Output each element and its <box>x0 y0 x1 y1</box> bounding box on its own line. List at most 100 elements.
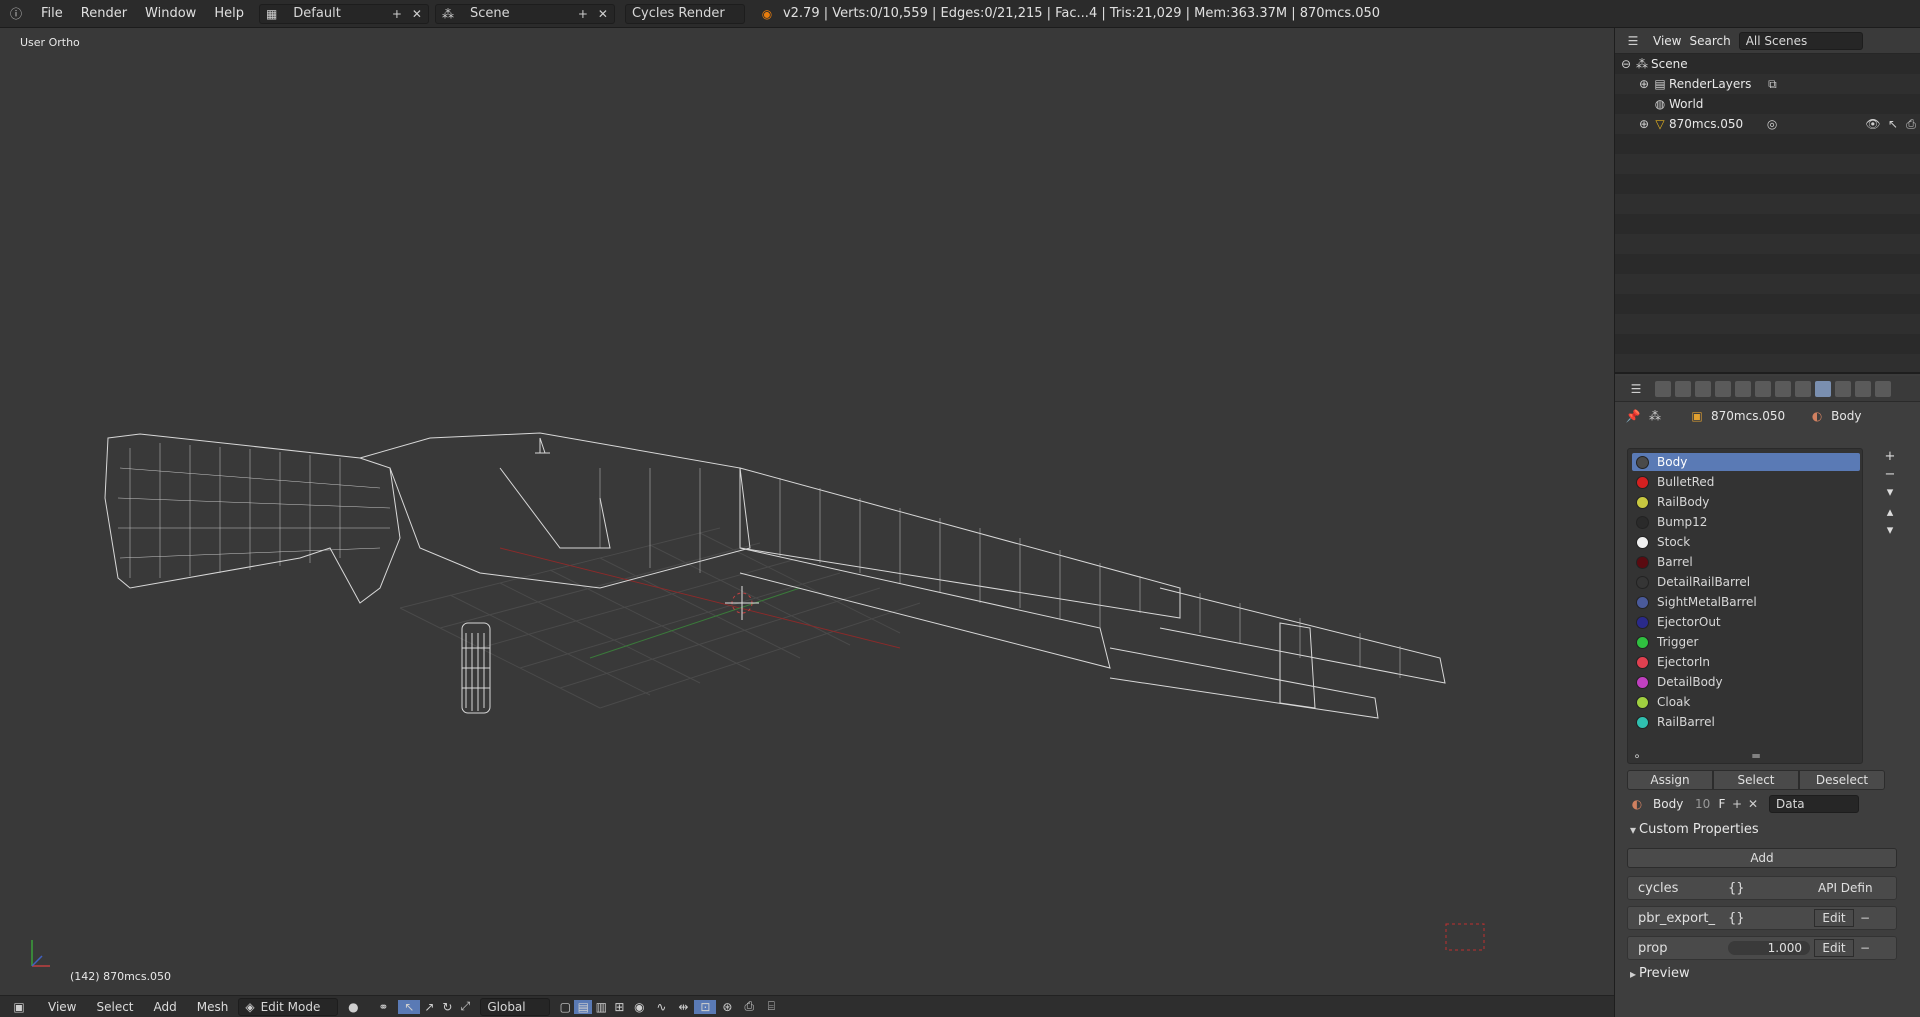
preview-header[interactable]: ▸ Preview <box>1627 966 1690 981</box>
fake-user-toggle[interactable]: F <box>1715 797 1729 811</box>
tab-data[interactable] <box>1795 380 1811 397</box>
move-down-icon[interactable]: ▾ <box>1883 524 1897 538</box>
move-up-icon[interactable]: ▴ <box>1883 506 1897 520</box>
outliner-item-scene[interactable]: ⊖ ⁂ Scene <box>1615 54 1920 74</box>
assign-button[interactable]: Assign <box>1627 770 1713 790</box>
tab-render[interactable] <box>1655 380 1671 397</box>
add-layout-icon[interactable]: + <box>389 7 405 21</box>
info-editor-icon[interactable]: ⓘ <box>0 5 32 22</box>
material-users-count[interactable]: 10 <box>1695 797 1715 811</box>
pivot-icon[interactable]: ⚭ <box>368 1000 398 1014</box>
material-slot-item[interactable]: Bump12 <box>1632 513 1860 531</box>
material-slot-item[interactable]: RailBarrel <box>1632 713 1860 731</box>
outliner-filter[interactable]: All Scenes <box>1738 31 1863 50</box>
tab-render-layers[interactable] <box>1675 380 1691 397</box>
camera-icon[interactable]: ⎙ <box>738 999 760 1014</box>
tab-object[interactable] <box>1735 380 1751 397</box>
menu-file[interactable]: File <box>32 6 72 21</box>
translate-icon[interactable]: ↗ <box>420 1000 438 1014</box>
material-slot-item[interactable]: DetailRailBarrel <box>1632 573 1860 591</box>
outliner-item-870mcs[interactable]: ⊕ ▽ 870mcs.050 ◎ 👁 ↖ ⎙ <box>1615 114 1920 134</box>
expand-icon[interactable]: ⊖ <box>1619 57 1633 71</box>
material-slot-item[interactable]: BulletRed <box>1632 473 1860 491</box>
material-slot-item[interactable]: Cloak <box>1632 693 1860 711</box>
3d-viewport[interactable]: User Ortho (142) 870mcs.050 <box>0 28 1614 995</box>
tab-material[interactable] <box>1815 380 1831 397</box>
tab-constraints[interactable] <box>1755 380 1771 397</box>
slot-specials-icon[interactable]: ▾ <box>1883 486 1897 500</box>
close-scene-icon[interactable]: ✕ <box>595 7 611 21</box>
renderability-camera-icon[interactable]: ⎙ <box>1903 117 1919 132</box>
tab-particles[interactable] <box>1855 380 1871 397</box>
snap-target-icon[interactable]: ⊡ <box>694 999 717 1014</box>
outliner-editor-icon[interactable]: ☰ <box>1621 34 1645 48</box>
shading-icon[interactable]: ● <box>338 1000 368 1014</box>
vertex-select-icon[interactable]: ▢ <box>556 1000 574 1014</box>
material-slot-item[interactable]: Body <box>1632 453 1860 471</box>
tab-scene[interactable] <box>1695 380 1711 397</box>
prop-value-field[interactable]: 1.000 <box>1728 941 1810 955</box>
outliner-menu-view[interactable]: View <box>1653 34 1681 48</box>
material-name-field[interactable]: Body <box>1647 797 1695 811</box>
snap-icon[interactable]: ∿ <box>650 1000 672 1014</box>
proportional-icon[interactable]: ◉ <box>628 1000 650 1014</box>
tab-modifiers[interactable] <box>1775 380 1791 397</box>
properties-editor-icon[interactable]: ☰ <box>1621 382 1651 396</box>
material-slot-item[interactable]: SightMetalBarrel <box>1632 593 1860 611</box>
manipulator-icon[interactable]: ↖ <box>398 999 421 1014</box>
add-property-button[interactable]: Add <box>1627 848 1897 868</box>
material-slot-item[interactable]: EjectorOut <box>1632 613 1860 631</box>
list-resize-handle[interactable]: ═ <box>1748 749 1764 763</box>
material-slot-item[interactable]: EjectorIn <box>1632 653 1860 671</box>
edge-select-icon[interactable]: ▤ <box>574 999 593 1014</box>
mirror-icon[interactable]: ⇹ <box>672 1000 694 1014</box>
render-icon[interactable]: ⊛ <box>716 1000 738 1014</box>
menu-mesh[interactable]: Mesh <box>187 1000 239 1014</box>
selectability-cursor-icon[interactable]: ↖ <box>1885 117 1901 131</box>
visibility-eye-icon[interactable]: 👁 <box>1865 117 1881 131</box>
deselect-button[interactable]: Deselect <box>1799 770 1885 790</box>
scale-icon[interactable]: ⤢ <box>456 999 474 1014</box>
unlink-material-icon[interactable]: ✕ <box>1745 797 1761 811</box>
menu-add[interactable]: Add <box>144 1000 187 1014</box>
tab-world[interactable] <box>1715 380 1731 397</box>
material-slot-item[interactable]: Barrel <box>1632 553 1860 571</box>
edit-property-button[interactable]: Edit <box>1814 909 1854 927</box>
material-slot-item[interactable]: Stock <box>1632 533 1860 551</box>
face-select-icon[interactable]: ▥ <box>592 1000 610 1014</box>
expand-icon[interactable]: ⊕ <box>1637 117 1651 131</box>
occlude-icon[interactable]: ⊞ <box>610 1000 628 1014</box>
tab-texture[interactable] <box>1835 380 1851 397</box>
material-slot-item[interactable]: DetailBody <box>1632 673 1860 691</box>
list-filter-icon[interactable]: ∘ <box>1632 749 1642 763</box>
material-slots-list[interactable]: Body BulletRed RailBody Bump12 Stock Barrel De… <box>1627 448 1863 764</box>
editor-type-icon[interactable]: ▣ <box>0 1000 38 1014</box>
edit-property-button[interactable]: Edit <box>1814 939 1854 957</box>
menu-render[interactable]: Render <box>72 6 136 21</box>
mode-selector[interactable]: ◈ Edit Mode <box>238 997 339 1016</box>
menu-select[interactable]: Select <box>86 1000 143 1014</box>
pin-icon[interactable]: 📌 <box>1625 409 1641 423</box>
outliner-item-renderlayers[interactable]: ⊕ ▤ RenderLayers ⧉ <box>1615 74 1920 94</box>
link-selector[interactable]: Data <box>1769 795 1859 813</box>
remove-property-icon[interactable]: − <box>1854 941 1876 955</box>
remove-slot-button[interactable]: − <box>1883 468 1897 482</box>
material-browse-icon[interactable]: ◐ <box>1627 797 1647 811</box>
material-slot-item[interactable]: RailBody <box>1632 493 1860 511</box>
tab-physics[interactable] <box>1875 380 1891 397</box>
material-slot-item[interactable]: Trigger <box>1632 633 1860 651</box>
expand-icon[interactable]: ⊕ <box>1637 77 1651 91</box>
menu-window[interactable]: Window <box>136 6 205 21</box>
rotate-icon[interactable]: ↻ <box>438 1000 456 1014</box>
orientation-selector[interactable]: Global <box>480 997 551 1016</box>
outliner-item-world[interactable]: ◍ World <box>1615 94 1920 114</box>
custom-properties-header[interactable]: ▾ Custom Properties <box>1627 822 1759 837</box>
remove-property-icon[interactable]: − <box>1854 911 1876 925</box>
film-icon[interactable]: ⌸ <box>760 999 782 1014</box>
outliner-menu-search[interactable]: Search <box>1689 34 1730 48</box>
close-layout-icon[interactable]: ✕ <box>409 7 425 21</box>
menu-view[interactable]: View <box>38 1000 86 1014</box>
render-engine-selector[interactable]: Cycles Render <box>624 3 745 24</box>
new-material-icon[interactable]: + <box>1729 797 1745 811</box>
menu-help[interactable]: Help <box>205 6 253 21</box>
